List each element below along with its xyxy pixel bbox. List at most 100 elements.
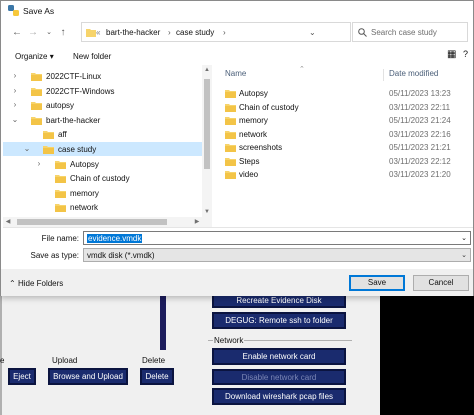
chevron-right-icon[interactable]: › — [35, 159, 43, 169]
list-item[interactable]: Chain of custody 03/11/2023 22:11 — [215, 101, 465, 114]
list-item[interactable]: Steps 03/11/2023 22:12 — [215, 155, 465, 168]
tree-item-label: 2022CTF-Windows — [46, 86, 115, 96]
tree-item-label: case study — [58, 145, 97, 154]
file-date: 05/11/2023 21:24 — [389, 116, 451, 125]
folder-icon — [225, 130, 236, 139]
scroll-right-icon[interactable]: ▶ — [192, 217, 202, 227]
dialog-title: Save As — [23, 6, 55, 16]
folder-icon — [31, 87, 42, 96]
folder-icon — [225, 171, 236, 179]
file-name: video — [239, 170, 259, 179]
breadcrumb-separator-icon: › — [168, 28, 171, 37]
tree-item[interactable]: ⌄ case study — [3, 142, 202, 156]
tree-item[interactable]: › 2022CTF-Windows — [3, 84, 202, 98]
tree-item[interactable]: › 2022CTF-Linux — [3, 69, 202, 83]
tree-item[interactable]: Chain of custody — [3, 171, 202, 185]
tree-item-label: autopsy — [46, 101, 75, 111]
file-date: 03/11/2023 22:12 — [389, 156, 451, 166]
search-placeholder: Search case study — [371, 28, 437, 37]
file-date: 05/11/2023 13:23 — [389, 89, 451, 98]
disable-network-card-button: Disable network card — [212, 369, 346, 385]
tree-item[interactable]: aff — [3, 127, 202, 141]
organize-menu[interactable]: Organize ▾ — [15, 52, 54, 61]
chevron-down-icon[interactable]: ⌄ — [23, 144, 31, 154]
list-item[interactable]: memory 05/11/2023 21:24 — [215, 114, 465, 127]
dialog-footer: ⌃ Hide Folders Save Cancel — [1, 269, 473, 296]
address-bar[interactable]: « bart-the-hacker › case study › ⌄ ↻ — [81, 22, 413, 42]
scroll-down-icon[interactable]: ▼ — [202, 207, 212, 217]
python-feather-icon — [8, 5, 19, 16]
list-item[interactable]: network 03/11/2023 22:16 — [215, 128, 465, 141]
folder-icon — [55, 204, 66, 213]
search-box[interactable]: Search case study — [352, 22, 468, 42]
breadcrumb-bart-the-hacker[interactable]: bart-the-hacker — [106, 28, 160, 37]
scroll-thumb[interactable] — [204, 79, 210, 169]
folder-icon — [55, 189, 66, 198]
tree-vertical-scrollbar[interactable]: ▲ ▼ — [202, 65, 212, 227]
enable-network-card-button[interactable]: Enable network card — [212, 348, 346, 365]
file-name: network — [239, 129, 268, 139]
folder-icon — [43, 131, 54, 140]
help-icon[interactable]: ? — [463, 49, 468, 59]
save-as-type-select[interactable]: vmdk disk (*.vmdk) ⌄ — [83, 248, 471, 262]
folder-icon — [55, 175, 66, 184]
delete-button[interactable]: Delete — [140, 368, 174, 385]
title-bar: Save As — [1, 1, 473, 21]
cancel-button[interactable]: Cancel — [413, 275, 469, 291]
chevron-right-icon[interactable]: › — [11, 86, 19, 96]
up-arrow-icon[interactable]: ↑ — [57, 27, 69, 39]
chevron-down-icon[interactable]: ⌄ — [11, 115, 19, 125]
recent-dropdown-icon[interactable]: ⌄ — [43, 27, 55, 39]
chevron-right-icon[interactable]: › — [11, 100, 19, 110]
scroll-thumb[interactable] — [17, 219, 167, 225]
folder-icon — [43, 146, 54, 154]
file-name: Chain of custody — [239, 102, 299, 112]
list-item[interactable]: video 03/11/2023 21:20 — [215, 168, 465, 181]
hide-folders-toggle[interactable]: ⌃ Hide Folders — [9, 279, 63, 288]
breadcrumb-overflow[interactable]: « — [96, 28, 100, 37]
breadcrumb-case-study[interactable]: case study — [176, 28, 214, 37]
tree-horizontal-scrollbar[interactable]: ◀ ▶ — [3, 217, 202, 227]
tree-item-label: 2022CTF-Linux — [46, 72, 102, 81]
delete-group-label: Delete — [142, 356, 166, 365]
column-header-name[interactable]: Name — [225, 69, 246, 78]
tree-item-label: network — [70, 203, 99, 213]
column-header-date[interactable]: Date modified — [389, 69, 438, 78]
tree-item[interactable]: › Autopsy — [3, 157, 202, 171]
new-folder-button[interactable]: New folder — [73, 52, 111, 61]
breadcrumb-separator-icon: › — [223, 28, 226, 37]
list-item[interactable]: screenshots 05/11/2023 21:21 — [215, 141, 465, 154]
save-button[interactable]: Save — [349, 275, 405, 291]
debug-remote-ssh-button[interactable]: DEGUG: Remote ssh to folder — [212, 312, 346, 329]
file-name-label: File name: — [41, 234, 79, 243]
scroll-up-icon[interactable]: ▲ — [202, 65, 212, 75]
tree-item-label: Autopsy — [70, 159, 99, 169]
file-name: Steps — [239, 156, 260, 166]
view-options-icon[interactable]: ▦ — [447, 49, 456, 60]
back-arrow-icon[interactable]: ← — [11, 27, 23, 39]
file-name-input[interactable]: evidence.vmdk ⌄ — [83, 231, 471, 245]
file-name-dropdown-icon[interactable]: ⌄ — [461, 234, 467, 242]
download-pcap-button[interactable]: Download wireshark pcap files — [212, 388, 346, 405]
app-panel-edge — [160, 290, 166, 350]
tree-item[interactable]: › autopsy — [3, 98, 202, 112]
folder-icon — [55, 160, 66, 169]
list-item[interactable]: Autopsy 05/11/2023 13:23 — [215, 87, 465, 100]
file-date: 03/11/2023 22:16 — [389, 129, 451, 139]
eject-button[interactable]: Eject — [8, 368, 36, 385]
tree-item[interactable]: network — [3, 200, 202, 214]
forward-arrow-icon[interactable]: → — [27, 27, 39, 39]
chevron-right-icon[interactable]: › — [11, 71, 19, 81]
browse-and-upload-button[interactable]: Browse and Upload — [48, 368, 128, 385]
tree-item[interactable]: memory — [3, 186, 202, 200]
divider — [3, 227, 473, 228]
folder-icon — [225, 157, 236, 166]
tree-item[interactable]: ⌄ bart-the-hacker — [3, 113, 202, 127]
chevron-down-icon: ⌄ — [461, 252, 467, 259]
folder-location-icon — [86, 29, 96, 37]
search-icon — [358, 28, 367, 37]
file-name: Autopsy — [239, 89, 268, 98]
address-dropdown-icon[interactable]: ⌄ — [309, 28, 316, 37]
column-separator[interactable] — [383, 69, 384, 81]
scroll-left-icon[interactable]: ◀ — [3, 217, 13, 227]
